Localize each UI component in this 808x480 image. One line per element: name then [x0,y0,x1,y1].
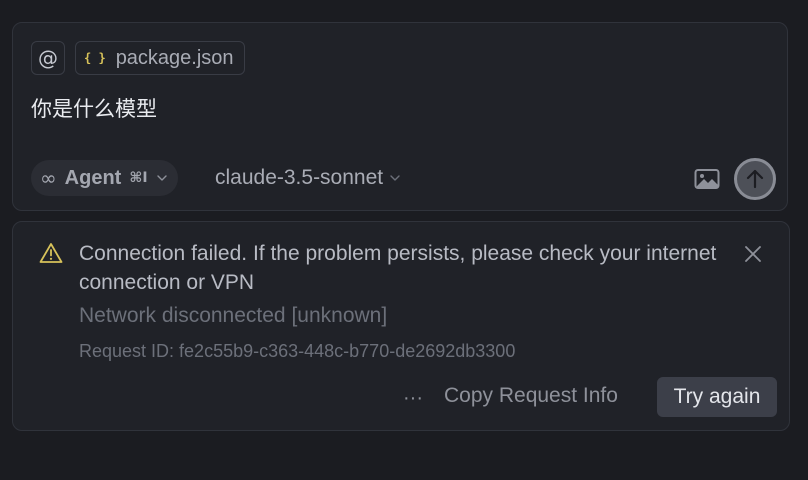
mention-button[interactable]: @ [31,41,65,75]
send-button[interactable] [734,158,776,200]
warning-triangle-icon [39,243,63,263]
more-options-button[interactable]: ··· [403,387,423,410]
mode-shortcut: ⌘I [129,170,148,186]
context-file-chip[interactable]: { } package.json [75,41,245,75]
composer-panel: @ { } package.json 你是什么模型 ∞ Agent ⌘I cla… [12,22,788,211]
error-title: Connection failed. If the problem persis… [79,242,717,294]
infinity-icon: ∞ [40,166,57,190]
model-selector[interactable]: claude-3.5-sonnet [215,160,401,196]
error-detail: Network disconnected [unknown] [79,304,388,327]
json-braces-icon: { } [84,51,106,65]
arrow-up-icon [746,169,764,189]
prompt-input[interactable]: 你是什么模型 [31,93,157,123]
model-name: claude-3.5-sonnet [215,166,384,189]
image-icon[interactable] [694,168,720,190]
chevron-down-icon [390,175,400,181]
mode-selector[interactable]: ∞ Agent ⌘I [31,160,178,196]
connection-error-panel: Connection failed. If the problem persis… [12,221,790,431]
at-icon: @ [38,46,58,70]
try-again-button[interactable]: Try again [657,377,777,417]
mode-label: Agent [64,166,122,189]
copy-request-info-button[interactable]: Copy Request Info [444,384,618,408]
context-file-name: package.json [115,46,234,69]
request-id: Request ID: fe2c55b9-c363-448c-b770-de26… [79,341,516,361]
chevron-down-icon [156,175,167,181]
close-icon[interactable] [743,244,763,264]
